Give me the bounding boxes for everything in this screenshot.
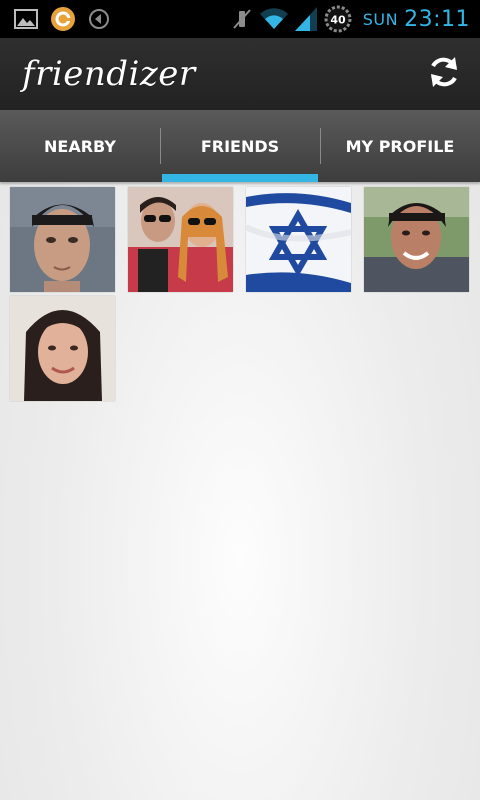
friend-photo[interactable] — [246, 187, 351, 292]
signal-icon — [294, 7, 317, 31]
tab-my-profile[interactable]: MY PROFILE — [320, 110, 480, 182]
tab-label: MY PROFILE — [345, 136, 455, 156]
two-people-sunglasses-image — [128, 187, 233, 292]
smiling-man-portrait-image — [364, 187, 469, 292]
status-bar: 40 SUN 23:11 — [0, 0, 480, 38]
audio-icon — [88, 8, 110, 30]
action-bar: friendizer — [0, 38, 480, 110]
app-notification-icon — [50, 6, 76, 32]
battery-level: 40 — [330, 14, 346, 27]
tab-bar: NEARBY FRIENDS MY PROFILE — [0, 110, 480, 182]
tab-label: FRIENDS — [200, 136, 280, 156]
friend-photo[interactable] — [10, 187, 115, 292]
refresh-button[interactable] — [408, 38, 480, 110]
tab-friends[interactable]: FRIENDS — [160, 110, 320, 182]
young-woman-portrait-image — [10, 296, 115, 401]
refresh-icon — [425, 53, 463, 95]
gallery-icon — [14, 9, 38, 29]
wifi-icon — [259, 7, 289, 31]
friend-photo[interactable] — [128, 187, 233, 292]
status-day: SUN — [362, 9, 399, 29]
status-time: 23:11 — [404, 6, 470, 32]
tab-label: NEARBY — [44, 136, 116, 156]
mute-icon — [231, 7, 253, 31]
selected-tab-indicator — [162, 174, 318, 182]
app-title: friendizer — [22, 54, 196, 94]
battery-icon: 40 — [323, 4, 353, 34]
israel-flag-image — [246, 187, 351, 292]
young-man-portrait-image — [10, 187, 115, 292]
friend-photo[interactable] — [10, 296, 115, 401]
tab-nearby[interactable]: NEARBY — [0, 110, 160, 182]
friend-photo[interactable] — [364, 187, 469, 292]
friends-grid — [10, 187, 474, 401]
